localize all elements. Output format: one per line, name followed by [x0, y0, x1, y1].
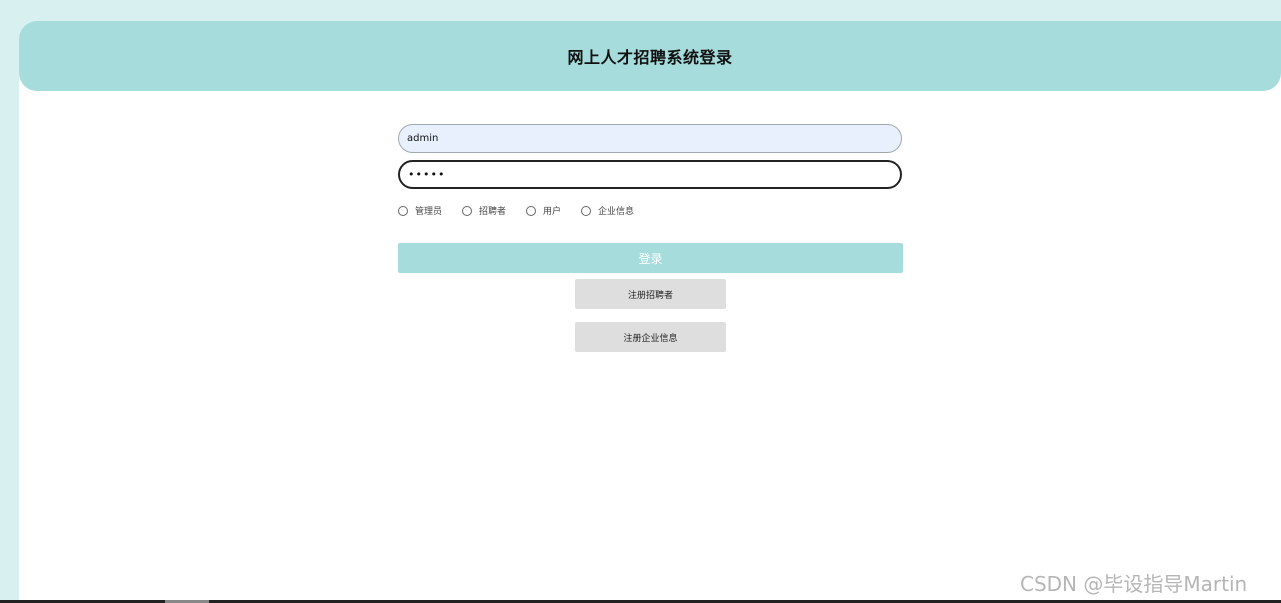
role-label: 用户	[543, 207, 562, 217]
watermark: CSDN @毕设指导Martin	[1020, 572, 1248, 596]
username-input[interactable]	[398, 124, 902, 153]
radio-icon[interactable]	[398, 205, 408, 216]
register-recruiter-button[interactable]: 注册招聘者	[575, 279, 726, 309]
page-frame	[19, 21, 1281, 601]
radio-icon[interactable]	[526, 205, 537, 216]
page-title: 网上人才招聘系统登录	[567, 48, 733, 67]
role-label: 管理员	[415, 207, 443, 217]
header-banner: 网上人才招聘系统登录	[19, 21, 1281, 91]
role-option-recruiter[interactable]: 招聘者	[462, 204, 506, 217]
radio-icon[interactable]	[462, 205, 473, 216]
role-radio-group: 管理员 招聘者 用户 企业信息	[398, 204, 654, 217]
password-input[interactable]	[398, 160, 902, 189]
role-option-user[interactable]: 用户	[526, 204, 561, 217]
login-button[interactable]: 登录	[398, 243, 903, 273]
role-label: 招聘者	[479, 207, 507, 217]
role-option-company[interactable]: 企业信息	[581, 204, 634, 217]
radio-icon[interactable]	[581, 205, 592, 216]
role-option-admin[interactable]: 管理员	[398, 204, 442, 217]
register-company-button[interactable]: 注册企业信息	[575, 322, 726, 352]
role-label: 企业信息	[598, 207, 635, 217]
